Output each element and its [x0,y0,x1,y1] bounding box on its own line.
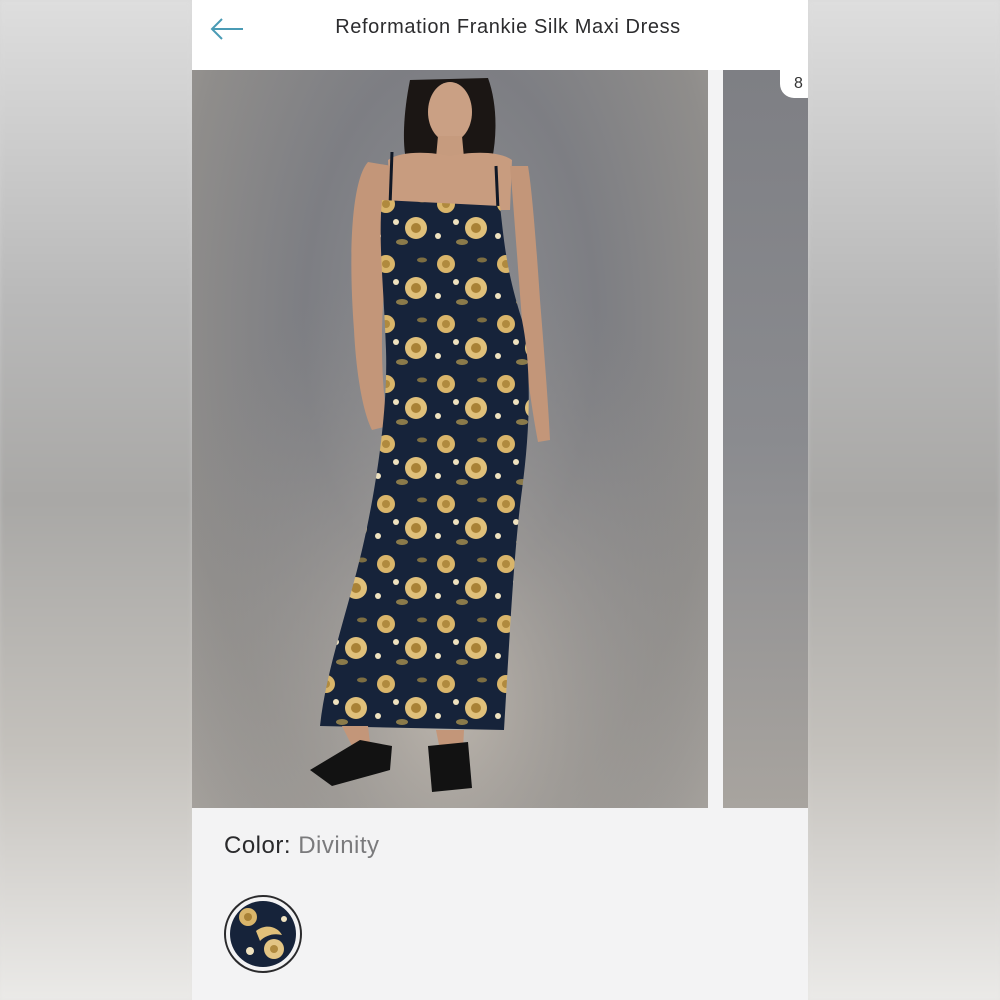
arrow-left-icon [209,17,245,46]
page-title: Reformation Frankie Silk Maxi Dress [335,16,681,38]
image-gallery[interactable]: 8 [192,70,808,808]
background-blur-right [808,0,1000,1000]
color-selection: Color: Divinity [224,832,380,860]
app-screen: Reformation Frankie Silk Maxi Dress 8 Co… [192,0,808,1000]
background-blur-left [0,0,192,1000]
color-label: Color: [224,832,292,859]
floral-swatch-icon [230,901,296,967]
next-photo-preview[interactable]: 8 [723,70,808,808]
product-photo[interactable] [192,70,708,808]
back-button[interactable] [206,14,248,48]
model-illustration [192,70,708,808]
color-swatch-divinity[interactable] [224,895,302,973]
photo-counter: 8 [780,70,808,98]
color-value: Divinity [298,832,380,859]
top-bar: Reformation Frankie Silk Maxi Dress [192,0,808,70]
